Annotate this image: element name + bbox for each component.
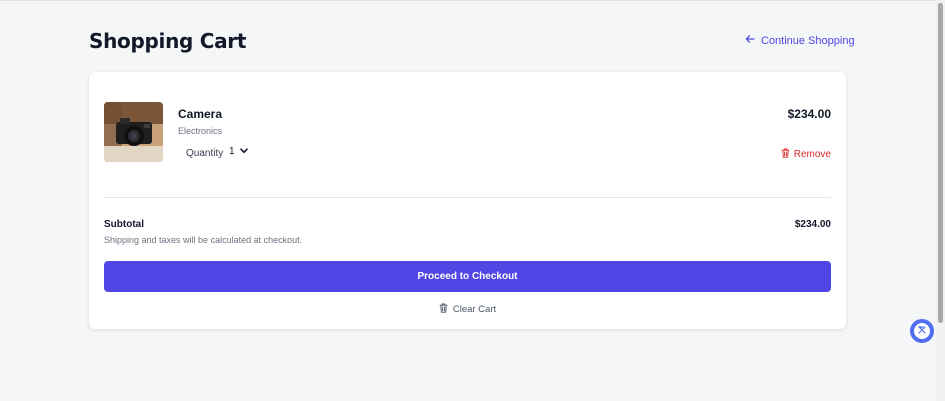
- page-title: Shopping Cart: [89, 29, 247, 53]
- checkout-button[interactable]: Proceed to Checkout: [104, 261, 831, 292]
- remove-label: Remove: [793, 149, 831, 160]
- scrollbar-thumb[interactable]: [938, 3, 943, 323]
- cart-card: Camera Electronics Quantity 1 $234.00 Re…: [89, 72, 846, 329]
- quantity-select[interactable]: 1: [229, 146, 248, 157]
- tool-icon: [917, 322, 927, 340]
- quantity-value: 1: [229, 146, 235, 157]
- scrollbar[interactable]: [936, 0, 945, 401]
- arrow-left-icon: [745, 34, 755, 47]
- subtotal-value: $234.00: [794, 219, 831, 230]
- trash-icon: [439, 303, 448, 316]
- item-price: $234.00: [787, 107, 831, 121]
- quantity-label: Quantity: [186, 148, 224, 159]
- remove-item-button[interactable]: Remove: [781, 148, 831, 161]
- chevron-down-icon: [239, 146, 248, 157]
- shipping-note: Shipping and taxes will be calculated at…: [104, 235, 303, 245]
- clear-cart-label: Clear Cart: [452, 304, 497, 315]
- top-border: [0, 0, 945, 1]
- continue-shopping-label: Continue Shopping: [761, 34, 855, 47]
- continue-shopping-link[interactable]: Continue Shopping: [745, 34, 855, 47]
- item-name[interactable]: Camera: [178, 107, 222, 121]
- product-image[interactable]: [104, 102, 163, 162]
- clear-cart-button[interactable]: Clear Cart: [89, 303, 846, 316]
- subtotal-label: Subtotal: [104, 219, 144, 230]
- divider: [104, 197, 831, 198]
- floating-assistant-button[interactable]: [910, 319, 934, 343]
- item-category: Electronics: [178, 126, 223, 136]
- trash-icon: [781, 148, 790, 161]
